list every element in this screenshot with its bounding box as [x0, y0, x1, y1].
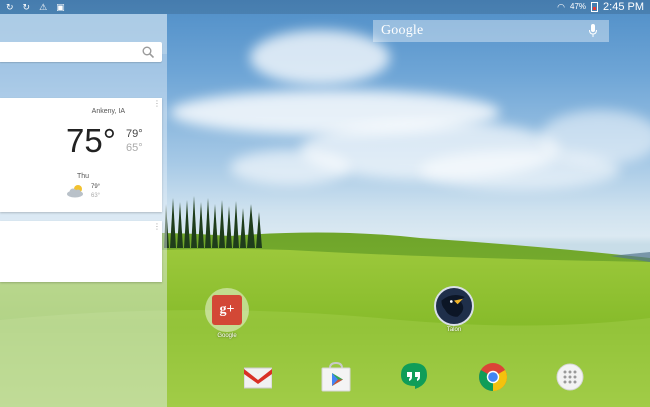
- sync-icon: ↻: [6, 2, 14, 12]
- hangouts-icon[interactable]: [399, 362, 429, 392]
- status-bar: ↻ ↻ ⚠ ▣ ◠ 47% 2:45 PM: [0, 0, 650, 14]
- forecast-low: 63°: [91, 193, 101, 199]
- overflow-menu-icon[interactable]: ⋮: [153, 100, 161, 108]
- battery-icon: [591, 2, 599, 12]
- cypress-trees: [164, 196, 262, 248]
- current-temperature: 75°: [66, 122, 116, 159]
- sync-icon: ↻: [22, 2, 31, 12]
- google-plus-icon[interactable]: g+: [205, 288, 249, 332]
- weather-location: Ankeny, IA: [91, 108, 125, 115]
- mic-icon[interactable]: [589, 24, 597, 38]
- briefcase-icon: ▣: [56, 2, 65, 12]
- warning-icon: ⚠: [39, 2, 48, 12]
- overflow-menu-icon[interactable]: ⋮: [153, 223, 161, 231]
- forecast-high: 79°: [91, 184, 101, 190]
- bird-icon: [441, 294, 465, 317]
- forecast-day: Thu: [77, 173, 90, 180]
- now-search-bar[interactable]: [0, 42, 162, 62]
- google-search-label: Google: [381, 23, 424, 38]
- app-bird[interactable]: Talon: [432, 286, 476, 333]
- google-search-bar[interactable]: Google: [373, 20, 609, 42]
- high-temperature: 79°: [126, 128, 143, 140]
- app-drawer-icon[interactable]: [556, 363, 584, 391]
- play-store-icon[interactable]: [320, 362, 352, 392]
- chrome-icon[interactable]: [478, 362, 508, 392]
- low-temperature: 65°: [126, 142, 143, 154]
- wifi-icon: ◠: [557, 2, 566, 12]
- search-icon[interactable]: [142, 46, 154, 58]
- partly-cloudy-icon: [67, 185, 83, 198]
- app-google-plus[interactable]: g+ Google: [204, 288, 250, 339]
- status-time: 2:45 PM: [603, 1, 644, 13]
- gmail-icon[interactable]: [244, 366, 272, 390]
- battery-percent: 47%: [570, 2, 587, 11]
- app-label: Talon: [446, 327, 462, 333]
- app-label: Google: [217, 333, 237, 339]
- widget-card[interactable]: ⋮: [0, 221, 162, 282]
- bird-app-icon[interactable]: [434, 286, 474, 326]
